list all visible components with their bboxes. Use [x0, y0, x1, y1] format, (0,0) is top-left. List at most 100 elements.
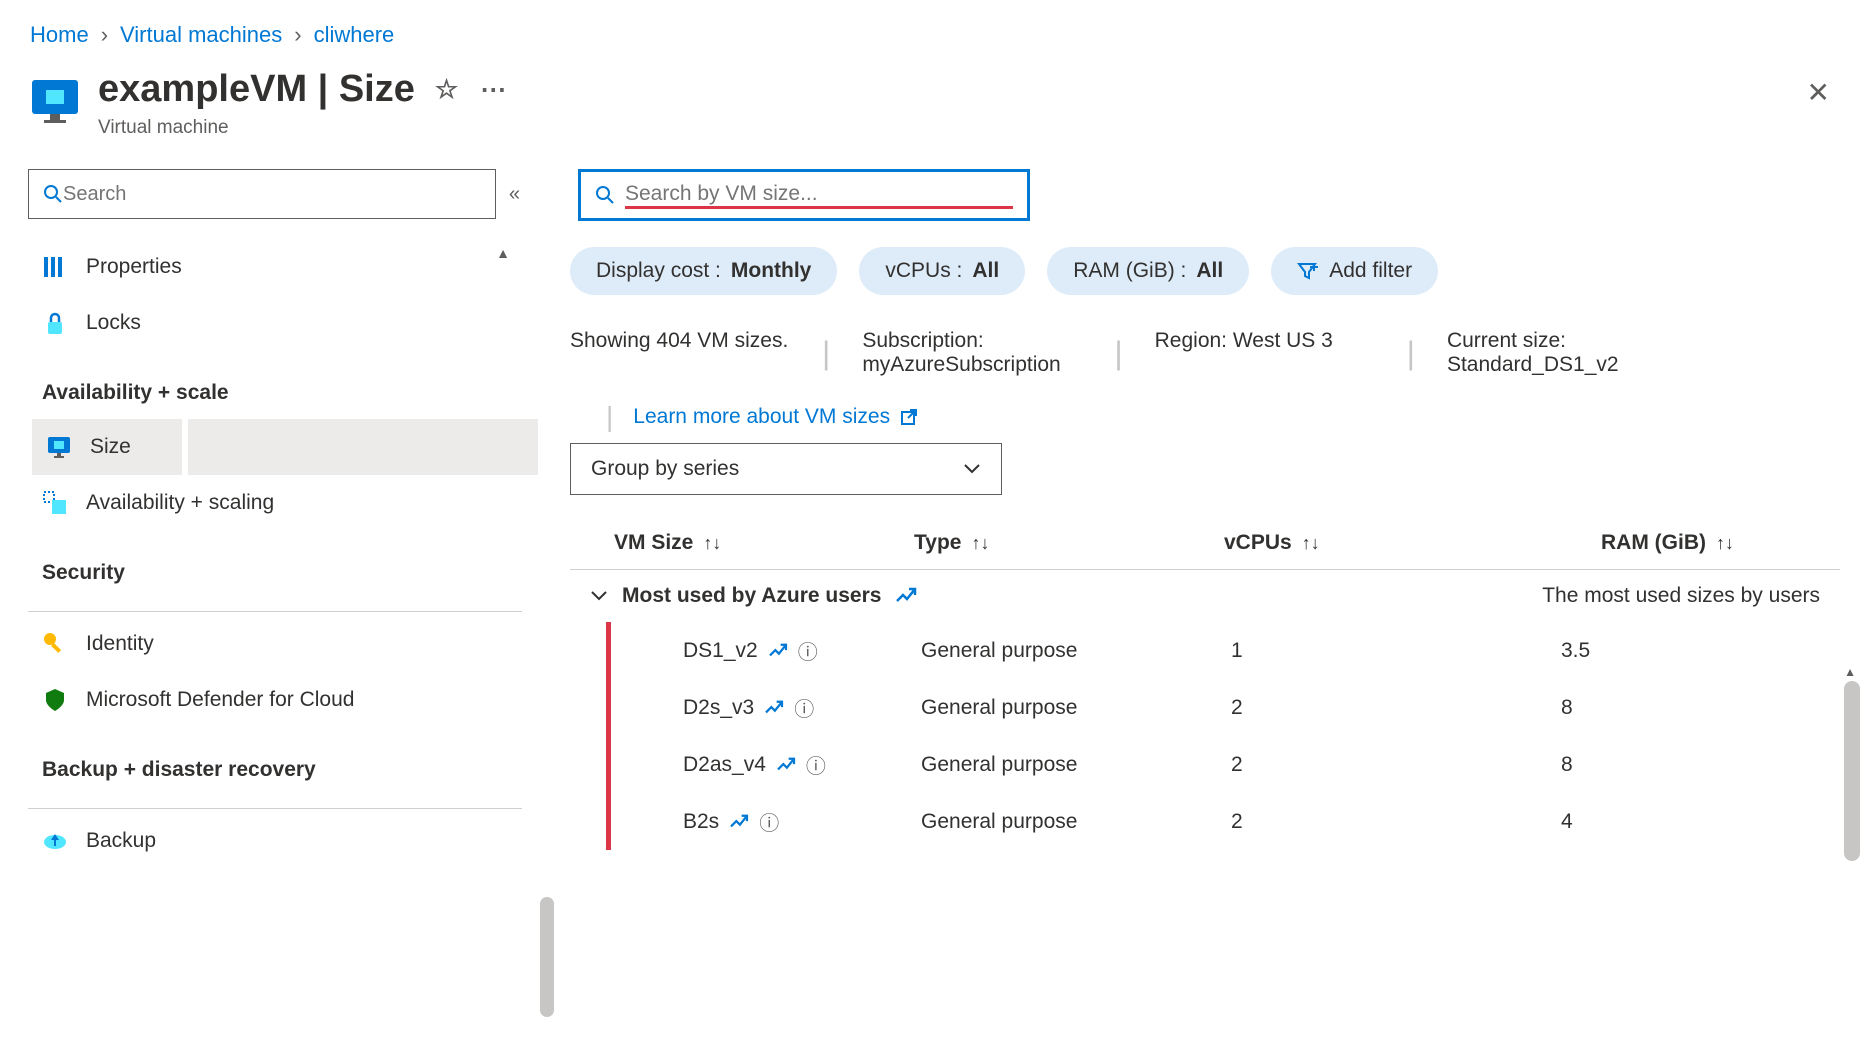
vm-size-name: DS1_v2: [683, 639, 758, 663]
breadcrumb: Home › Virtual machines › cliwhere: [0, 0, 1860, 68]
trending-icon: [768, 643, 788, 659]
vm-size-table: VM Size ↑↓ Type ↑↓ vCPUs ↑↓ RAM (GiB) ↑↓: [570, 521, 1840, 850]
vm-size-search-input[interactable]: [625, 182, 1013, 206]
column-header-size[interactable]: VM Size ↑↓: [614, 531, 914, 555]
vm-ram: 8: [1561, 753, 1741, 777]
info-current-size: Current size: Standard_DS1_v2: [1447, 329, 1667, 377]
key-icon: [42, 631, 68, 657]
info-icon[interactable]: ⓘ: [794, 693, 814, 722]
add-filter-icon: [1297, 260, 1319, 282]
sidebar-item-label: Availability + scaling: [86, 491, 274, 515]
sidebar-item-backup[interactable]: Backup: [28, 813, 522, 869]
chevron-right-icon: ›: [101, 22, 108, 48]
table-row[interactable]: B2s ⓘ General purpose 2 4: [606, 793, 1840, 850]
table-row[interactable]: D2as_v4 ⓘ General purpose 2 8: [606, 736, 1840, 793]
page-header: exampleVM | Size ☆ ⋯ Virtual machine ✕: [0, 68, 1860, 157]
breadcrumb-vms[interactable]: Virtual machines: [120, 22, 282, 48]
sidebar-item-defender[interactable]: Microsoft Defender for Cloud: [28, 672, 522, 728]
sidebar-section-availability: Availability + scale: [28, 351, 522, 419]
divider: [28, 611, 522, 612]
info-icon[interactable]: ⓘ: [759, 807, 779, 836]
chevron-down-icon: [590, 590, 608, 602]
favorite-icon[interactable]: ☆: [435, 74, 458, 105]
search-icon: [43, 184, 63, 204]
sidebar-section-backup: Backup + disaster recovery: [28, 728, 522, 796]
collapse-sidebar-icon[interactable]: «: [509, 183, 520, 206]
divider: |: [1114, 335, 1122, 372]
sidebar-item-locks[interactable]: Locks: [28, 295, 522, 351]
trending-icon: [729, 814, 749, 830]
divider: |: [1407, 335, 1415, 372]
shield-icon: [42, 687, 68, 713]
column-header-type[interactable]: Type ↑↓: [914, 531, 1224, 555]
sidebar-search-input[interactable]: [63, 183, 481, 206]
trending-icon: [764, 700, 784, 716]
vm-size-name: D2as_v4: [683, 753, 766, 777]
content-scrollbar[interactable]: [1844, 681, 1860, 861]
filter-bar: Display cost : Monthly vCPUs : All RAM (…: [570, 247, 1840, 295]
sort-icon: ↑↓: [703, 533, 721, 554]
sidebar-item-size[interactable]: Size: [32, 419, 182, 475]
sidebar-search[interactable]: [28, 169, 496, 219]
group-by-select[interactable]: Group by series: [570, 443, 1002, 495]
vm-vcpus: 1: [1231, 639, 1561, 663]
learn-more-link[interactable]: Learn more about VM sizes: [633, 405, 918, 429]
vm-small-icon: [46, 434, 72, 460]
page-title: exampleVM | Size ☆ ⋯: [98, 68, 1807, 111]
vm-size-name: D2s_v3: [683, 696, 754, 720]
page-subtitle: Virtual machine: [98, 117, 1807, 139]
vm-size-search[interactable]: [578, 169, 1030, 221]
sidebar-item-size-bg: [188, 419, 538, 475]
column-header-vcpus[interactable]: vCPUs ↑↓: [1224, 531, 1554, 555]
vm-ram: 4: [1561, 810, 1741, 834]
main-content: Display cost : Monthly vCPUs : All RAM (…: [550, 157, 1860, 881]
search-icon: [595, 185, 615, 205]
more-icon[interactable]: ⋯: [480, 74, 506, 105]
learn-more-row: | Learn more about VM sizes: [570, 401, 1840, 433]
divider: |: [822, 335, 830, 372]
sidebar-item-identity[interactable]: Identity: [28, 616, 522, 672]
info-icon[interactable]: ⓘ: [806, 750, 826, 779]
breadcrumb-current[interactable]: cliwhere: [314, 22, 395, 48]
sidebar-item-label: Locks: [86, 311, 141, 335]
close-icon[interactable]: ✕: [1807, 76, 1830, 109]
filter-ram[interactable]: RAM (GiB) : All: [1047, 247, 1249, 295]
vm-ram: 8: [1561, 696, 1741, 720]
chevron-down-icon: [963, 463, 981, 475]
vm-ram: 3.5: [1561, 639, 1741, 663]
sidebar-item-label: Size: [90, 435, 131, 459]
breadcrumb-home[interactable]: Home: [30, 22, 89, 48]
sidebar-item-properties[interactable]: Properties: [28, 239, 522, 295]
sidebar-item-label: Identity: [86, 632, 154, 656]
info-showing: Showing 404 VM sizes.: [570, 329, 790, 353]
add-filter-button[interactable]: Add filter: [1271, 247, 1438, 295]
backup-icon: [42, 828, 68, 854]
vm-size-name: B2s: [683, 810, 719, 834]
table-row[interactable]: D2s_v3 ⓘ General purpose 2 8: [606, 679, 1840, 736]
info-region: Region: West US 3: [1155, 329, 1375, 353]
info-row: Showing 404 VM sizes. | Subscription: my…: [570, 329, 1840, 377]
vm-vcpus: 2: [1231, 810, 1561, 834]
trending-icon: [776, 757, 796, 773]
sidebar-item-label: Properties: [86, 255, 182, 279]
scroll-up-icon: ▲: [496, 245, 510, 261]
sidebar-item-label: Microsoft Defender for Cloud: [86, 688, 354, 712]
sort-icon: ↑↓: [971, 533, 989, 554]
filter-display-cost[interactable]: Display cost : Monthly: [570, 247, 837, 295]
sidebar: « ▲ Properties Locks Availability + scal…: [0, 157, 550, 881]
vm-type: General purpose: [921, 696, 1231, 720]
sidebar-item-availability-scaling[interactable]: Availability + scaling: [28, 475, 522, 531]
filter-vcpus[interactable]: vCPUs : All: [859, 247, 1025, 295]
scroll-up-icon: ▲: [1844, 665, 1856, 679]
column-header-ram[interactable]: RAM (GiB) ↑↓: [1554, 531, 1734, 555]
sidebar-scrollbar[interactable]: [540, 897, 554, 1017]
trending-icon: [895, 587, 917, 605]
info-icon[interactable]: ⓘ: [798, 636, 818, 665]
table-group-row[interactable]: Most used by Azure users The most used s…: [570, 570, 1840, 622]
table-row[interactable]: DS1_v2 ⓘ General purpose 1 3.5: [606, 622, 1840, 679]
vm-type: General purpose: [921, 753, 1231, 777]
properties-icon: [42, 254, 68, 280]
external-link-icon: [900, 408, 918, 426]
chevron-right-icon: ›: [294, 22, 301, 48]
vm-icon: [30, 76, 80, 126]
